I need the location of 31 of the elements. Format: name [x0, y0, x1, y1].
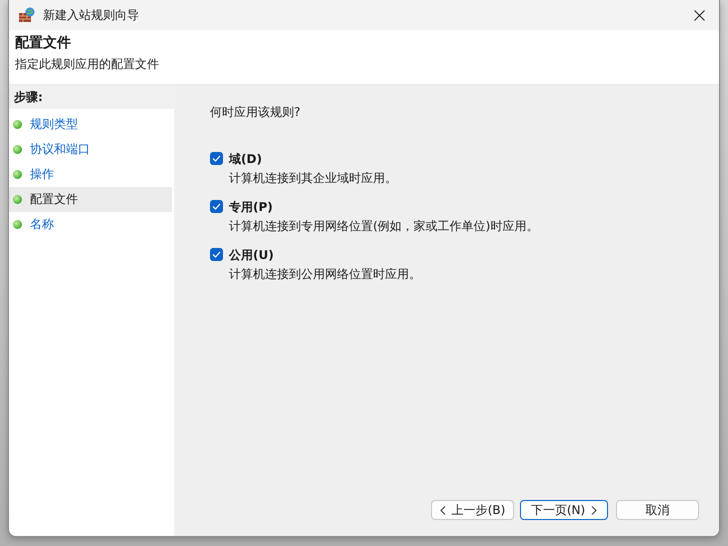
page-subtitle: 指定此规则应用的配置文件: [15, 56, 160, 73]
status-dot-icon: [13, 195, 22, 204]
back-button[interactable]: 上一步(B): [431, 500, 514, 520]
cancel-button[interactable]: 取消: [616, 500, 699, 520]
option-description: 计算机连接到其企业域时应用。: [229, 170, 397, 187]
steps-heading: 步骤:: [9, 86, 174, 109]
chevron-icon: [591, 506, 598, 514]
status-dot-icon: [13, 120, 22, 129]
question-text: 何时应用该规则?: [210, 104, 302, 121]
step-item[interactable]: 规则类型: [9, 112, 172, 137]
page-title: 配置文件: [15, 34, 72, 52]
status-dot-icon: [13, 170, 22, 179]
checkbox[interactable]: [210, 248, 223, 261]
chevron-icon: [440, 506, 446, 514]
checkbox[interactable]: [210, 200, 223, 213]
step-item[interactable]: 名称: [9, 212, 172, 237]
step-item[interactable]: 协议和端口: [9, 137, 172, 162]
window-title: 新建入站规则向导: [43, 6, 140, 24]
option-description: 计算机连接到公用网络位置时应用。: [229, 266, 421, 283]
firewall-icon: [19, 7, 35, 23]
option-label: 公用(U): [229, 247, 275, 264]
close-icon: [694, 10, 704, 20]
step-item[interactable]: 配置文件: [9, 187, 172, 212]
status-dot-icon: [13, 220, 22, 229]
checkbox[interactable]: [210, 152, 223, 165]
option-label: 域(D): [229, 151, 263, 168]
step-item[interactable]: 操作: [9, 162, 172, 187]
option-label: 专用(P): [229, 199, 274, 216]
next-button[interactable]: 下一页(N): [520, 500, 608, 520]
option-description: 计算机连接到专用网络位置(例如，家或工作单位)时应用。: [229, 218, 538, 235]
status-dot-icon: [13, 145, 22, 154]
